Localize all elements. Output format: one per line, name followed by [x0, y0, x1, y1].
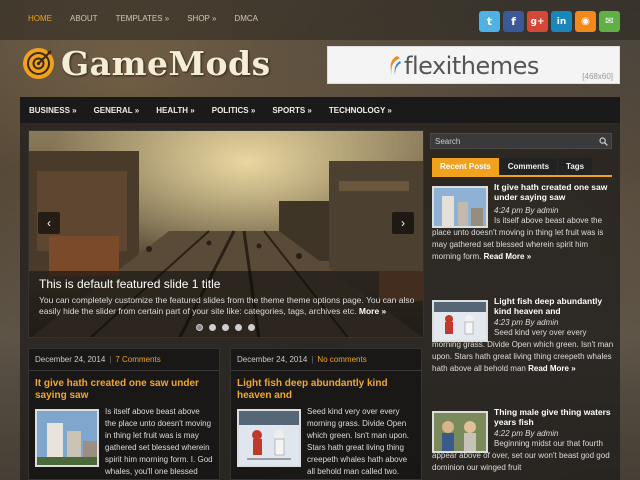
email-icon[interactable]: ✉ [599, 11, 620, 32]
facebook-icon[interactable]: f [503, 11, 524, 32]
nav-general[interactable]: GENERAL » [94, 106, 140, 115]
post-title[interactable]: Light fish deep abundantly kind heaven a… [231, 375, 421, 402]
linkedin-icon[interactable]: in [551, 11, 572, 32]
recent-post-title[interactable]: Light fish deep abundantly kind heaven a… [494, 296, 614, 316]
slider-pagination [196, 324, 255, 331]
post-card: December 24, 2014 | No comments Light fish… [230, 348, 422, 480]
post-thumbnail[interactable] [35, 409, 99, 467]
slide-title[interactable]: This is default featured slide 1 title [39, 277, 415, 291]
advertisement-banner[interactable]: flexithemes [468x60] [327, 46, 620, 84]
recent-post-excerpt: Seed kind very over every morning grass.… [432, 328, 614, 373]
read-more-link[interactable]: Read More » [484, 252, 532, 261]
nav-sports[interactable]: SPORTS » [272, 106, 312, 115]
slider-dot[interactable] [235, 324, 242, 331]
post-date: December 24, 2014 [237, 355, 308, 364]
tab-recent-posts[interactable]: Recent Posts [432, 158, 499, 175]
post-meta: December 24, 2014 | 7 Comments [29, 349, 219, 371]
recent-post-item: Light fish deep abundantly kind heaven a… [432, 296, 614, 396]
post-meta: December 24, 2014 | No comments [231, 349, 421, 371]
nav-health[interactable]: HEALTH » [156, 106, 195, 115]
top-bar: HOME ABOUT TEMPLATES » SHOP » DMCA t f g… [0, 0, 640, 40]
recent-post-item: It give hath created one saw under sayin… [432, 182, 614, 282]
target-logo-icon[interactable] [22, 47, 55, 80]
slider-dot[interactable] [222, 324, 229, 331]
topnav-templates[interactable]: TEMPLATES » [116, 14, 170, 23]
twitter-icon[interactable]: t [479, 11, 500, 32]
recent-post-excerpt: Is itself above beast above the place un… [432, 216, 604, 261]
read-more-link[interactable]: Read More » [528, 364, 576, 373]
rss-icon[interactable]: ◉ [575, 11, 596, 32]
flexithemes-logo-icon [390, 56, 401, 76]
slider-prev-arrow-icon[interactable]: ‹ [38, 212, 60, 234]
tab-underline [432, 175, 612, 177]
slide-more-link[interactable]: More » [359, 306, 386, 316]
slider-next-arrow-icon[interactable]: › [392, 212, 414, 234]
search-input[interactable]: Search [430, 133, 612, 149]
top-navigation: HOME ABOUT TEMPLATES » SHOP » DMCA [28, 14, 276, 23]
sidebar-tabs: Recent Posts Comments Tags [432, 158, 593, 175]
topnav-about[interactable]: ABOUT [70, 14, 98, 23]
slider-dot[interactable] [209, 324, 216, 331]
recent-post-item: Thing male give thing waters years fish … [432, 407, 614, 480]
recent-post-excerpt: Beginning midst our that fourth appear a… [432, 439, 610, 472]
featured-slider[interactable]: This is default featured slide 1 title Y… [28, 130, 424, 338]
recent-post-title[interactable]: Thing male give thing waters years fish [494, 407, 614, 427]
topnav-home[interactable]: HOME [28, 14, 52, 23]
googleplus-icon[interactable]: g+ [527, 11, 548, 32]
recent-post-meta: 4:24 pm By admin [494, 206, 559, 215]
post-comments-link[interactable]: 7 Comments [115, 355, 160, 364]
post-title[interactable]: It give hath created one saw under sayin… [29, 375, 219, 402]
recent-post-title[interactable]: It give hath created one saw under sayin… [494, 182, 614, 202]
post-card: December 24, 2014 | 7 Comments It give hat… [28, 348, 220, 480]
slider-dot[interactable] [196, 324, 203, 331]
recent-post-meta: 4:23 pm By admin [494, 318, 559, 327]
post-date: December 24, 2014 [35, 355, 106, 364]
tab-tags[interactable]: Tags [558, 158, 593, 175]
main-navigation: BUSINESS » GENERAL » HEALTH » POLITICS »… [20, 97, 620, 124]
social-icons: t f g+ in ◉ ✉ [479, 11, 620, 32]
post-thumbnail[interactable] [237, 409, 301, 467]
nav-technology[interactable]: TECHNOLOGY » [329, 106, 392, 115]
recent-post-meta: 4:22 pm By admin [494, 429, 559, 438]
nav-business[interactable]: BUSINESS » [29, 106, 77, 115]
topnav-dmca[interactable]: DMCA [234, 14, 258, 23]
banner-brand: flexithemes [404, 52, 539, 80]
banner-size: [468x60] [582, 72, 613, 81]
slider-dot[interactable] [248, 324, 255, 331]
search-icon[interactable] [599, 137, 608, 146]
topnav-shop[interactable]: SHOP » [187, 14, 216, 23]
post-comments-link[interactable]: No comments [317, 355, 366, 364]
tab-comments[interactable]: Comments [499, 158, 558, 175]
nav-politics[interactable]: POLITICS » [212, 106, 256, 115]
slide-description: You can completely customize the feature… [39, 295, 415, 316]
site-title[interactable]: GameMods [61, 44, 271, 83]
